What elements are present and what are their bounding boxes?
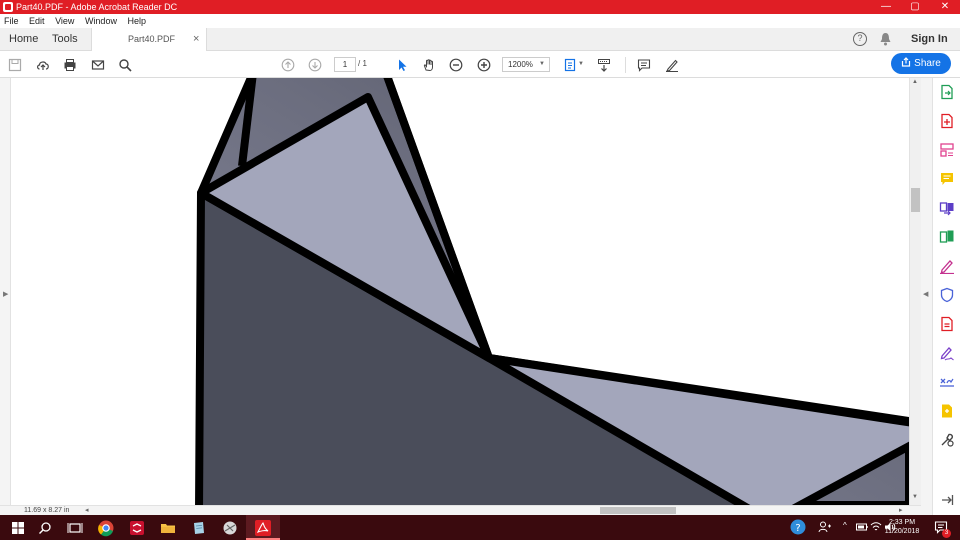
horizontal-scroll-thumb[interactable] xyxy=(600,507,676,514)
hand-tool-icon[interactable] xyxy=(420,56,438,74)
svg-text:?: ? xyxy=(795,523,800,534)
vertical-scroll-thumb[interactable] xyxy=(911,188,920,212)
print-icon[interactable] xyxy=(61,56,79,74)
windows-taskbar: ? ^ 2:33 PM 11/20/2018 3 xyxy=(0,515,960,540)
create-pdf-icon[interactable] xyxy=(939,113,955,129)
menu-window[interactable]: Window xyxy=(85,16,117,26)
taskbar-acrobat-active[interactable] xyxy=(246,515,280,540)
acrobat-app-icon xyxy=(3,2,13,12)
network-tool-icon[interactable] xyxy=(221,519,239,537)
acrobat-icon xyxy=(255,520,271,536)
page-display-chevron-icon[interactable]: ▼ xyxy=(578,61,584,67)
edit-pdf-icon[interactable] xyxy=(939,142,955,158)
notification-count-badge: 3 xyxy=(942,529,951,538)
page-size-label: 11.69 x 8.27 in xyxy=(24,507,70,514)
zoom-out-icon[interactable] xyxy=(447,56,465,74)
tab-home[interactable]: Home xyxy=(9,28,38,50)
share-label: Share xyxy=(914,58,941,69)
zoom-level-value: 1200% xyxy=(508,60,533,69)
vertical-scrollbar[interactable]: ▲ ▼ xyxy=(909,78,921,505)
more-tools-wrench-icon[interactable] xyxy=(939,432,955,448)
taskbar-search-icon[interactable] xyxy=(36,519,54,537)
collapse-tools-icon[interactable] xyxy=(939,492,955,508)
toolbar: 1 / 1 1200% ▼ ▼ xyxy=(0,51,960,78)
tray-help-icon[interactable]: ? xyxy=(790,519,806,535)
organize-pages-icon[interactable] xyxy=(939,229,955,245)
scroll-down-icon[interactable]: ▼ xyxy=(912,494,918,500)
document-viewport[interactable] xyxy=(11,78,909,505)
title-bar: Part40.PDF - Adobe Acrobat Reader DC — ▢… xyxy=(0,0,960,14)
left-panel-collapsed: ▶ xyxy=(0,78,11,505)
battery-icon[interactable] xyxy=(856,522,868,532)
search-icon[interactable] xyxy=(116,56,134,74)
chevron-down-icon: ▼ xyxy=(539,61,545,67)
right-tools-panel xyxy=(932,78,960,515)
collapse-right-panel-icon[interactable]: ◀ xyxy=(923,290,928,298)
fill-sign-icon[interactable] xyxy=(939,258,955,274)
maximize-button[interactable]: ▢ xyxy=(900,0,930,14)
bell-icon[interactable] xyxy=(879,32,892,46)
scroll-mode-icon[interactable] xyxy=(595,56,613,74)
share-icon xyxy=(902,57,911,67)
next-page-icon[interactable] xyxy=(306,56,324,74)
windows-start-icon[interactable] xyxy=(9,519,27,537)
status-bar: 11.69 x 8.27 in ◂ ▸ xyxy=(0,505,921,515)
tab-document[interactable]: Part40.PDF × xyxy=(91,28,207,51)
comment-tool-icon[interactable] xyxy=(939,171,955,187)
notes-app-icon[interactable] xyxy=(190,519,208,537)
window-title: Part40.PDF - Adobe Acrobat Reader DC xyxy=(16,2,178,12)
sign-in-link[interactable]: Sign In xyxy=(911,28,948,50)
menu-view[interactable]: View xyxy=(55,16,74,26)
tab-bar: Home Tools Part40.PDF × ? Sign In xyxy=(0,28,960,51)
zoom-in-icon[interactable] xyxy=(475,56,493,74)
chrome-icon[interactable] xyxy=(97,519,115,537)
rich-media-icon[interactable] xyxy=(939,403,955,419)
help-icon[interactable]: ? xyxy=(853,32,867,46)
menu-edit[interactable]: Edit xyxy=(29,16,45,26)
solidworks-icon[interactable] xyxy=(128,519,146,537)
right-panel-divider: ◀ xyxy=(921,78,932,515)
mail-icon[interactable] xyxy=(89,56,107,74)
expand-left-panel-icon[interactable]: ▶ xyxy=(3,290,8,298)
pdf-page-drawing xyxy=(195,78,909,505)
page-total: / 1 xyxy=(358,59,367,68)
previous-page-icon[interactable] xyxy=(279,56,297,74)
scroll-right-icon[interactable]: ▸ xyxy=(899,506,903,515)
task-view-icon[interactable] xyxy=(66,519,84,537)
tray-chevron-up-icon[interactable]: ^ xyxy=(843,521,847,530)
document-tab-label: Part40.PDF xyxy=(128,34,176,44)
tab-tools[interactable]: Tools xyxy=(52,28,78,50)
zoom-level-dropdown[interactable]: 1200% ▼ xyxy=(502,57,550,72)
taskbar-clock[interactable]: 2:33 PM 11/20/2018 xyxy=(879,518,925,536)
close-window-button[interactable]: ✕ xyxy=(930,0,960,14)
share-button[interactable]: Share xyxy=(891,53,951,74)
select-pointer-icon[interactable] xyxy=(393,56,411,74)
send-for-signature-icon[interactable] xyxy=(939,345,955,361)
document-tab-close-icon[interactable]: × xyxy=(193,28,199,50)
toolbar-divider xyxy=(625,57,626,73)
protect-shield-icon[interactable] xyxy=(939,287,955,303)
scroll-left-icon[interactable]: ◂ xyxy=(85,506,89,515)
page-number-input[interactable]: 1 xyxy=(334,57,356,72)
menu-file[interactable]: File xyxy=(4,16,19,26)
scroll-up-icon[interactable]: ▲ xyxy=(912,79,918,85)
export-red-icon[interactable] xyxy=(939,316,955,332)
file-explorer-icon[interactable] xyxy=(159,519,177,537)
clock-time: 2:33 PM xyxy=(888,519,916,526)
menu-bar: File Edit View Window Help xyxy=(0,14,960,28)
certificates-icon[interactable] xyxy=(939,374,955,390)
save-icon[interactable] xyxy=(6,56,24,74)
export-pdf-icon[interactable] xyxy=(939,84,955,100)
pdf-geometry xyxy=(195,78,909,505)
menu-help[interactable]: Help xyxy=(127,16,146,26)
minimize-button[interactable]: — xyxy=(871,0,901,14)
people-icon[interactable] xyxy=(818,520,832,534)
combine-files-icon[interactable] xyxy=(939,200,955,216)
comment-icon[interactable] xyxy=(635,56,653,74)
highlight-pen-icon[interactable] xyxy=(663,56,681,74)
clock-date: 11/20/2018 xyxy=(884,528,920,535)
cloud-upload-icon[interactable] xyxy=(34,56,52,74)
